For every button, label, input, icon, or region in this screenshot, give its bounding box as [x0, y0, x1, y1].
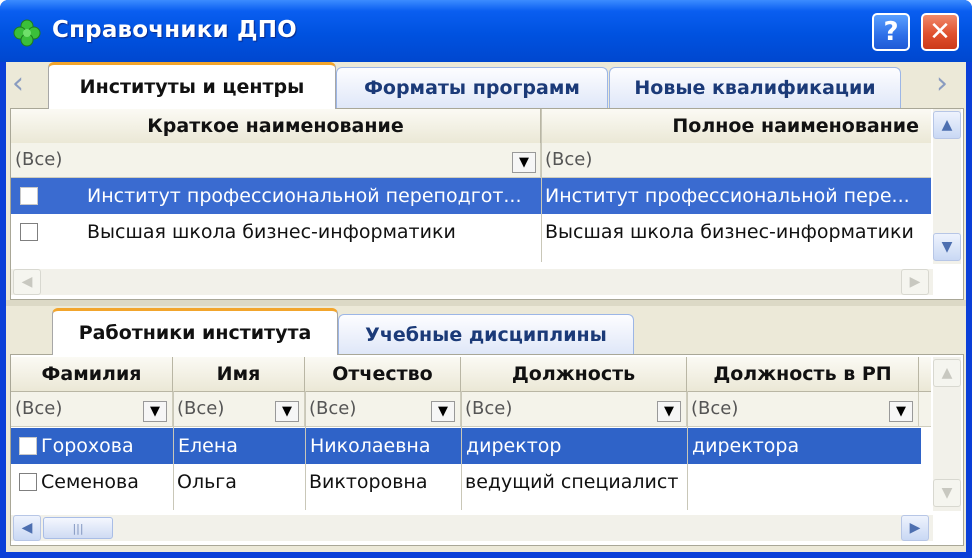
splitter[interactable]	[6, 300, 966, 306]
horizontal-scrollbar[interactable]: ◀ ▶	[11, 269, 933, 295]
scroll-left-icon[interactable]: ◀	[13, 515, 41, 541]
filter-value: (Все)	[15, 398, 63, 419]
cell-last-name: Семенова	[41, 471, 139, 493]
table-row[interactable]: Горохова Елена Николаевна директор дирек…	[11, 428, 921, 464]
filter-position-rp[interactable]: (Все) ▼	[687, 392, 919, 426]
dropdown-arrow-icon[interactable]: ▼	[431, 401, 455, 422]
top-tab-strip: ‹ Институты и центры Форматы программ Но…	[6, 62, 966, 109]
column-divider	[461, 391, 462, 510]
dialog-window: Справочники ДПО ? ✕ ‹ Институты и центры…	[0, 0, 972, 558]
grid-filter-row: (Все) ▼ (Все) ▼ (Все) ▼ (Все) ▼ (Все) ▼	[11, 392, 931, 427]
filter-short-name-value: (Все)	[15, 149, 63, 170]
dropdown-arrow-icon[interactable]: ▼	[275, 401, 299, 422]
column-divider	[687, 391, 688, 510]
filter-first-name[interactable]: (Все) ▼	[173, 392, 305, 426]
dialog-client-area: ‹ Институты и центры Форматы программ Но…	[6, 62, 966, 552]
scroll-right-icon[interactable]: ▶	[901, 269, 929, 295]
column-header-position-rp[interactable]: Должность в РП	[687, 357, 919, 391]
filter-full-name-value: (Все)	[545, 149, 593, 170]
horizontal-scrollbar[interactable]: ◀ ||| ▶	[11, 515, 933, 541]
tab-scroll-right-icon[interactable]: ›	[936, 66, 948, 101]
filter-value: (Все)	[691, 398, 739, 419]
cell-full-name: Высшая школа бизнес-информатики	[545, 221, 914, 243]
institutes-grid: Краткое наименование Полное наименование…	[10, 108, 964, 300]
dropdown-arrow-icon[interactable]: ▼	[143, 401, 167, 422]
cell-patronymic: Викторовна	[309, 471, 428, 493]
scroll-left-icon[interactable]: ◀	[13, 269, 41, 295]
filter-value: (Все)	[177, 398, 225, 419]
column-header-first-name[interactable]: Имя	[173, 357, 305, 391]
row-checkbox[interactable]	[19, 473, 37, 491]
filter-patronymic[interactable]: (Все) ▼	[305, 392, 461, 426]
tab-program-formats[interactable]: Форматы программ	[336, 67, 608, 108]
vertical-scrollbar[interactable]: ▲ ▼	[933, 109, 961, 264]
row-checkbox[interactable]	[20, 223, 38, 241]
cell-first-name: Елена	[173, 428, 305, 464]
filter-full-name[interactable]: (Все)	[541, 143, 931, 177]
column-header-full-name[interactable]: Полное наименование	[541, 109, 931, 143]
cell-position: директор	[461, 428, 687, 464]
tab-scroll-left-icon[interactable]: ‹	[12, 66, 24, 101]
table-row[interactable]: Институт профессиональной переподгот... …	[11, 178, 931, 214]
tab-institutes[interactable]: Институты и центры	[48, 62, 336, 109]
close-button[interactable]: ✕	[921, 13, 959, 51]
scroll-down-icon[interactable]: ▼	[933, 233, 961, 261]
tab-disciplines[interactable]: Учебные дисциплины	[338, 314, 634, 354]
table-row[interactable]: Высшая школа бизнес-информатики Высшая ш…	[11, 214, 931, 250]
help-button[interactable]: ?	[872, 13, 910, 51]
column-header-patronymic[interactable]: Отчество	[305, 357, 461, 391]
cell-position-rp	[687, 464, 921, 500]
dropdown-arrow-icon[interactable]: ▼	[512, 152, 536, 173]
column-divider	[305, 391, 306, 510]
filter-short-name[interactable]: (Все) ▼	[11, 143, 541, 177]
grid-header-row: Фамилия Имя Отчество Должность Должность…	[11, 357, 931, 392]
scroll-up-icon[interactable]: ▲	[933, 111, 961, 139]
tab-new-qualifications[interactable]: Новые квалификации	[609, 67, 901, 108]
scroll-up-icon[interactable]: ▲	[933, 359, 961, 387]
cell-full-name: Институт профессиональной пере...	[545, 185, 910, 207]
title-bar[interactable]: Справочники ДПО ? ✕	[0, 0, 972, 62]
grid-header-row: Краткое наименование Полное наименование	[11, 109, 931, 144]
cell-first-name: Ольга	[177, 471, 237, 493]
column-divider	[541, 109, 542, 262]
column-header-position[interactable]: Должность	[461, 357, 687, 391]
column-header-last-name[interactable]: Фамилия	[11, 357, 173, 391]
window-title: Справочники ДПО	[52, 17, 297, 43]
staff-grid: Фамилия Имя Отчество Должность Должность…	[10, 354, 964, 546]
filter-value: (Все)	[465, 398, 513, 419]
cell-patronymic: Николаевна	[305, 428, 461, 464]
bottom-tab-strip: Работники института Учебные дисциплины	[6, 308, 966, 355]
tab-institute-staff[interactable]: Работники института	[52, 308, 338, 355]
filter-last-name[interactable]: (Все) ▼	[11, 392, 173, 426]
dropdown-arrow-icon[interactable]: ▼	[657, 401, 681, 422]
scroll-right-icon[interactable]: ▶	[901, 515, 929, 541]
scroll-down-icon[interactable]: ▼	[933, 479, 961, 507]
column-divider	[173, 391, 174, 510]
clover-icon	[13, 19, 41, 47]
grid-filter-row: (Все) ▼ (Все)	[11, 143, 931, 178]
row-checkbox[interactable]	[19, 437, 37, 455]
row-checkbox[interactable]	[20, 187, 38, 205]
dropdown-arrow-icon[interactable]: ▼	[889, 401, 913, 422]
cell-short-name: Институт профессиональной переподгот...	[87, 185, 522, 207]
filter-position[interactable]: (Все) ▼	[461, 392, 687, 426]
cell-position: ведущий специалист	[465, 471, 679, 493]
cell-position-rp: директора	[687, 428, 921, 464]
filter-value: (Все)	[309, 398, 357, 419]
vertical-scrollbar[interactable]: ▲ ▼	[933, 357, 961, 511]
scroll-thumb[interactable]: |||	[43, 517, 113, 539]
cell-last-name: Горохова	[41, 435, 134, 457]
cell-short-name: Высшая школа бизнес-информатики	[87, 221, 456, 243]
table-row[interactable]: Семенова Ольга Викторовна ведущий специа…	[11, 464, 921, 500]
column-header-short-name[interactable]: Краткое наименование	[11, 109, 541, 143]
